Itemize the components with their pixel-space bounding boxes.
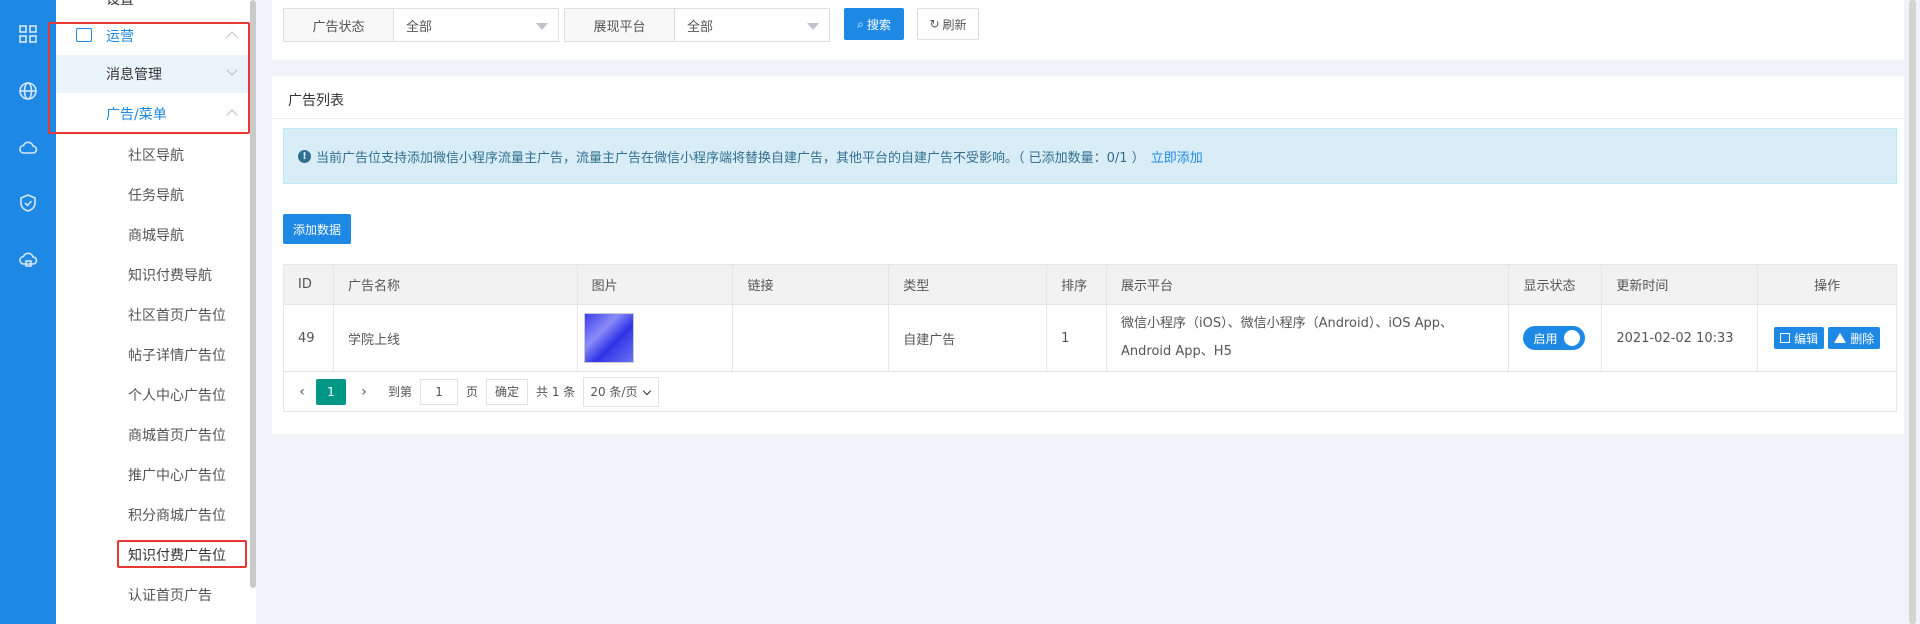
platform-filter[interactable]: 展现平台 全部 [564,8,830,42]
column-header: 更新时间 [1602,265,1759,304]
add-data-button[interactable]: 添加数据 [283,214,351,244]
sidebar-subitem[interactable]: 积分商城广告位 [128,496,226,534]
grid-icon[interactable] [14,20,42,48]
cell-status: 启用 [1509,305,1603,371]
sidebar-subitem[interactable]: 任务导航 [128,176,184,214]
status-toggle[interactable]: 启用 [1523,326,1586,350]
current-page-button[interactable]: 1 [316,378,346,405]
cell-id: 49 [284,305,334,371]
cell-sort: 1 [1047,305,1107,371]
shield-check-icon[interactable] [14,189,42,217]
sidebar-subitem[interactable]: 帖子详情广告位 [128,336,226,374]
ad-table: ID 广告名称 图片 链接 类型 排序 展示平台 显示状态 更新时间 操作 49… [283,264,1897,372]
platform-line: 微信小程序（iOS）、微信小程序（Android）、iOS App、 [1121,316,1453,331]
status-filter[interactable]: 广告状态 全部 [283,8,559,42]
cloud-icon[interactable] [14,134,42,162]
platform-filter-label: 展现平台 [565,9,675,41]
add-now-link[interactable]: 立即添加 [1151,147,1203,166]
confirm-button[interactable]: 确定 [486,378,529,405]
column-header: 排序 [1047,265,1108,304]
search-icon: ⌕ [857,16,864,31]
sidebar-scrollbar[interactable] [250,0,256,588]
sidebar-subitem[interactable]: 商城导航 [128,216,184,254]
edit-button[interactable]: 编辑 [1774,327,1825,349]
filter-card: 广告状态 全部 展现平台 全部 ⌕ 搜索 ↻ 刷新 [272,0,1904,60]
cell-link [733,305,890,371]
table-header: ID 广告名称 图片 链接 类型 排序 展示平台 显示状态 更新时间 操作 [284,265,1896,305]
info-icon: ! [298,149,311,163]
sidebar-item-settings[interactable]: 设置 [56,0,250,18]
column-header: 图片 [578,265,734,304]
table-row: 49 学院上线 自建广告 1 微信小程序（iOS）、微信小程序（Android）… [284,305,1896,371]
sidebar-subitem[interactable]: 个人中心广告位 [128,376,226,414]
ad-thumbnail[interactable] [583,313,634,363]
status-select[interactable]: 全部 [394,9,558,41]
cell-actions: 编辑 删除 [1758,305,1896,371]
highlight-box-menu [48,22,250,134]
warning-icon [1834,333,1847,343]
column-header: ID [284,265,334,304]
pagination: ‹ 1 › 到第 1 页 确定 共 1 条 20 条/页 [283,372,1897,412]
next-page-icon[interactable]: › [354,379,374,405]
column-header: 显示状态 [1509,265,1603,304]
column-header: 链接 [733,265,890,304]
chevron-down-icon [643,386,652,395]
refresh-icon: ↻ [929,17,940,31]
list-title: 广告列表 [288,93,344,109]
cell-name: 学院上线 [334,305,578,371]
globe-icon[interactable] [14,77,42,105]
highlight-box-active-item [117,540,247,568]
platform-select[interactable]: 全部 [675,9,829,41]
cell-image [578,305,734,371]
column-header: 展示平台 [1107,265,1510,304]
prev-page-icon[interactable]: ‹ [292,379,312,405]
sidebar-subitem[interactable]: 知识付费导航 [128,256,212,294]
cloud-lock-icon[interactable] [14,246,42,274]
page-unit-label: 页 [466,385,479,399]
search-button[interactable]: ⌕ 搜索 [844,8,904,40]
sidebar-subitem[interactable]: 社区首页广告位 [128,296,226,334]
column-header: 类型 [889,265,1048,304]
sidebar-subitem[interactable]: 推广中心广告位 [128,456,226,494]
ad-list-card: 广告列表 ! 当前广告位支持添加微信小程序流量主广告，流量主广告在微信小程序端将… [272,76,1904,434]
delete-button[interactable]: 删除 [1828,327,1881,349]
cell-updated: 2021-02-02 10:33 [1602,305,1759,371]
edit-icon [1780,333,1791,343]
column-header: 广告名称 [334,265,578,304]
caret-down-icon [807,23,819,30]
cell-type: 自建广告 [889,305,1048,371]
notice-text: 当前广告位支持添加微信小程序流量主广告，流量主广告在微信小程序端将替换自建广告，… [316,150,1145,166]
total-count: 共 1 条 [536,385,576,399]
sidebar-item-label: 设置 [106,0,134,8]
sidebar-subitem[interactable]: 商城首页广告位 [128,416,226,454]
divider [272,118,1904,119]
goto-label: 到第 [388,385,413,399]
page-scrollbar[interactable] [1909,0,1916,624]
toggle-knob [1564,330,1581,346]
sidebar-subitem[interactable]: 认证首页广告 [128,576,212,614]
caret-down-icon [536,23,548,30]
refresh-button[interactable]: ↻ 刷新 [917,8,979,40]
column-header: 操作 [1814,279,1841,294]
info-notice: ! 当前广告位支持添加微信小程序流量主广告，流量主广告在微信小程序端将替换自建广… [283,128,1897,184]
page-size-select[interactable]: 20 条/页 [583,376,660,407]
cell-platform: 微信小程序（iOS）、微信小程序（Android）、iOS App、 Andro… [1107,305,1510,371]
status-filter-label: 广告状态 [284,9,394,41]
page-number-input[interactable]: 1 [420,378,459,405]
platform-line: Android App、H5 [1121,344,1232,359]
sidebar-subitem[interactable]: 社区导航 [128,136,184,174]
